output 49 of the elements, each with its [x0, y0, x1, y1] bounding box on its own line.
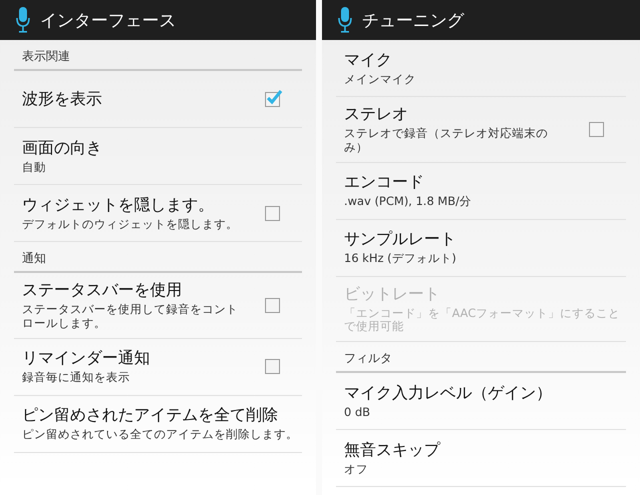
setting-summary: 自動 [22, 160, 47, 174]
settings-item[interactable]: 無音スキップ オフ [336, 430, 626, 488]
settings-item[interactable]: マイク メインマイク [336, 40, 626, 97]
settings-item[interactable]: ウィジェットを隠します。 デフォルトのウィジェットを隠します。 [14, 185, 302, 242]
checkbox[interactable] [265, 359, 280, 374]
setting-summary: 16 kHz (デフォルト) [344, 252, 458, 266]
settings-item[interactable]: 画面の向き 自動 [14, 128, 302, 185]
setting-summary: メインマイク [344, 72, 417, 86]
settings-item[interactable]: リマインダー通知 録音毎に通知を表示 [14, 338, 302, 396]
checkbox[interactable] [265, 92, 280, 106]
settings-item[interactable]: エンコード .wav (PCM), 1.8 MB/分 [336, 162, 626, 220]
checkbox[interactable] [265, 298, 280, 313]
settings-item[interactable]: ステータスバーを使用 ステータスバーを使用して録音をコントロールします。 [14, 273, 302, 339]
setting-summary: オフ [344, 462, 369, 477]
setting-summary: ステレオで録音（ステレオ対応端末のみ） [344, 127, 549, 155]
setting-title: 無音スキップ [344, 440, 442, 461]
setting-summary: 0 dB [344, 406, 372, 420]
setting-title: ステレオ [344, 104, 409, 125]
section-header: フィルタ [336, 342, 626, 374]
setting-title: ピン留めされたアイテムを全て削除 [22, 405, 279, 426]
microphone-icon [16, 7, 30, 33]
setting-summary: ステータスバーを使用して録音をコントロールします。 [22, 303, 239, 331]
setting-summary: 「エンコード」を「AACフォーマット」にすることで使用可能 [344, 306, 621, 334]
setting-title: ステータスバーを使用 [22, 280, 183, 301]
checkbox[interactable] [589, 122, 604, 137]
section-header: 表示関連 [14, 40, 302, 71]
section-header: 通知 [14, 242, 302, 273]
setting-title: マイク [344, 50, 393, 71]
settings-item[interactable]: マイク入力レベル（ゲイン） 0 dB [336, 373, 626, 430]
setting-summary: デフォルトのウィジェットを隠します。 [22, 218, 239, 232]
setting-title: サンプルレート [344, 229, 457, 250]
setting-title: ビットレート [344, 284, 441, 305]
setting-summary: .wav (PCM), 1.8 MB/分 [344, 195, 472, 209]
setting-title: リマインダー通知 [22, 348, 151, 370]
setting-title: ウィジェットを隠します。 [22, 194, 215, 216]
setting-summary: ピン留めされている全てのアイテムを削除します。 [22, 428, 299, 442]
checkbox[interactable] [265, 206, 280, 220]
setting-title: 波形を表示 [22, 88, 103, 110]
setting-title: 画面の向き [22, 138, 103, 159]
settings-item[interactable]: 波形を表示 [14, 71, 302, 128]
setting-title: マイク入力レベル（ゲイン） [344, 382, 553, 404]
screen-title: インターフェース [40, 10, 176, 32]
setting-title: エンコード [344, 172, 425, 194]
settings-item[interactable]: サンプルレート 16 kHz (デフォルト) [336, 220, 626, 277]
settings-item[interactable]: ステレオ ステレオで録音（ステレオ対応端末のみ） [336, 97, 626, 163]
settings-item[interactable]: ピン留めされたアイテムを全て削除 ピン留めされている全てのアイテムを削除します。 [14, 396, 302, 453]
microphone-icon [338, 7, 352, 33]
screen-title: チューニング [362, 10, 464, 32]
setting-summary: 録音毎に通知を表示 [22, 371, 131, 385]
